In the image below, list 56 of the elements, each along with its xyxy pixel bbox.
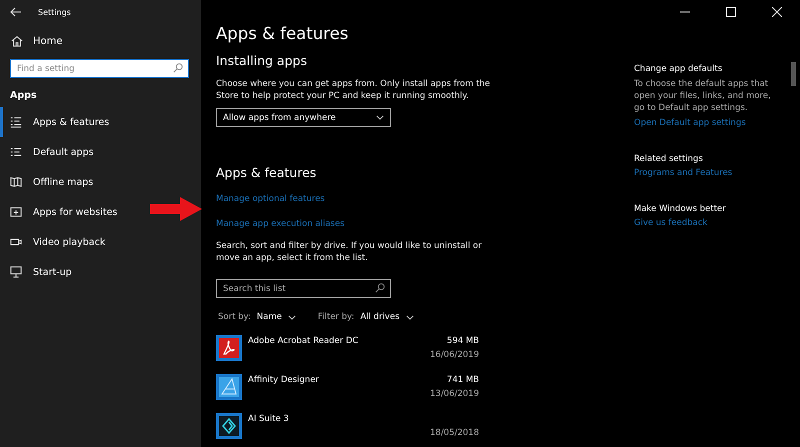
home-link[interactable]: Home [33, 36, 63, 46]
maximize-icon[interactable] [726, 7, 736, 17]
pointer-arrow-icon [150, 197, 202, 221]
page-title: Apps & features [216, 24, 350, 43]
list-icon [10, 116, 22, 128]
description-text: Search, sort and filter by drive. If you would like to uninstall or move an app, select it from the list. [216, 240, 483, 264]
app-name[interactable]: Adobe Acrobat Reader DC [248, 335, 424, 366]
app-date: 16/06/2019 [430, 350, 479, 360]
section-heading: Installing apps [216, 53, 308, 68]
settings-link[interactable]: Programs and Features [634, 168, 784, 178]
section-heading: Make Windows better [634, 204, 727, 214]
filter-dropdown[interactable]: Filter by: All drives [318, 312, 414, 322]
chevron-icon [406, 314, 414, 320]
search-icon [173, 63, 183, 73]
app-icon [216, 374, 242, 400]
chevron-icon [288, 314, 296, 320]
description-text: To choose the default apps that open your files, links, and more, go to Default app settings. [634, 78, 772, 114]
list-icon [10, 146, 22, 158]
sidebar-item[interactable]: Video playback [0, 227, 112, 257]
search-field[interactable]: Find a setting [10, 59, 189, 78]
sidebar-item[interactable]: Apps & features [0, 107, 116, 137]
app-size: 741 MB [446, 375, 479, 385]
map-icon [10, 176, 22, 188]
app-name[interactable]: Affinity Designer [248, 374, 424, 405]
app-size: 594 MB [446, 336, 479, 346]
app-date: 13/06/2019 [430, 389, 479, 399]
chevron-icon [376, 115, 384, 120]
close-icon[interactable] [772, 7, 782, 17]
app-icon [216, 335, 242, 361]
video-icon [10, 236, 22, 248]
monitor-icon [10, 266, 22, 278]
section-heading: Related settings [634, 154, 704, 164]
app-date: 18/05/2018 [430, 428, 479, 438]
settings-link[interactable]: Manage optional features [216, 194, 325, 204]
sidebar-item[interactable]: Default apps [0, 137, 100, 167]
section-heading: Change app defaults [634, 64, 724, 74]
home-icon[interactable] [11, 35, 23, 47]
install-source-dropdown[interactable]: Allow apps from anywhere [216, 108, 391, 127]
scrollbar-thumb[interactable] [791, 62, 796, 86]
section-heading: Apps & features [216, 165, 318, 180]
back-icon[interactable] [10, 7, 22, 17]
window-title: Settings [38, 8, 71, 16]
sidebar-item[interactable]: Start-up [0, 257, 78, 287]
description-text: Choose where you can get apps from. Only install apps from the Store to help protect your PC and keep it running smoothly. [216, 78, 492, 102]
settings-link[interactable]: Open Default app settings [634, 118, 784, 128]
search-icon [375, 283, 385, 293]
sidebar-item[interactable]: Apps for websites [0, 197, 124, 227]
app-icon [216, 413, 242, 439]
app-name[interactable]: AI Suite 3 [248, 413, 424, 444]
settings-link[interactable]: Give us feedback [634, 218, 784, 228]
settings-link[interactable]: Manage app execution aliases [216, 219, 345, 229]
sort-dropdown[interactable]: Sort by: Name [218, 312, 296, 322]
window-plus-icon [10, 206, 22, 218]
section-heading: Apps [9, 89, 38, 103]
sidebar-item[interactable]: Offline maps [0, 167, 100, 197]
search-field[interactable]: Search this list [216, 279, 391, 298]
